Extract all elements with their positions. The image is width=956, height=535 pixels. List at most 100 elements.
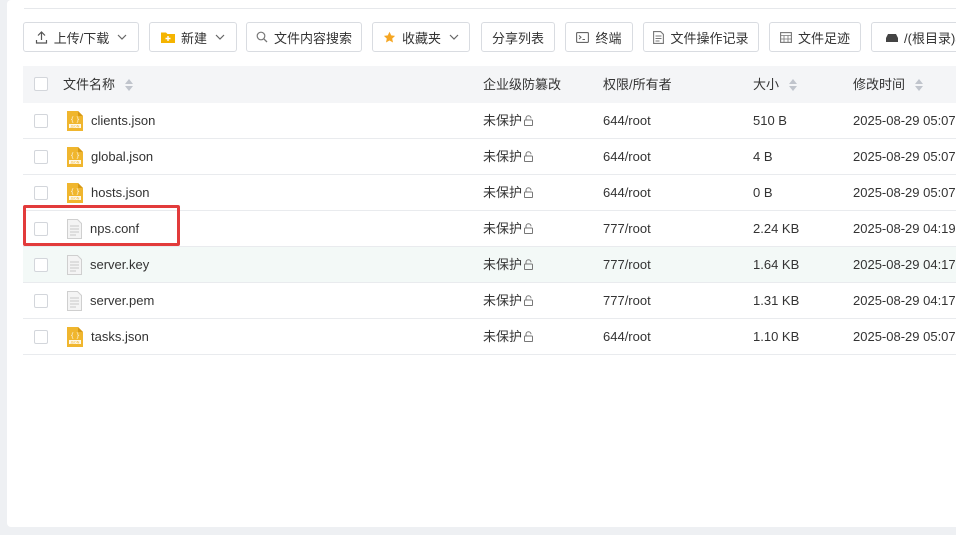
mtime-cell: 2025-08-29 05:07:53	[853, 329, 956, 344]
protect-cell[interactable]: 未保护	[483, 211, 534, 246]
table-row[interactable]: { } JSON hosts.json 未保护 644/root 0 B 2025-08-2…	[23, 175, 956, 211]
document-icon	[653, 30, 665, 44]
terminal-button[interactable]: 终端	[565, 22, 633, 52]
protect-cell[interactable]: 未保护	[483, 283, 534, 318]
text-file-icon	[67, 290, 82, 311]
protect-cell[interactable]: 未保护	[483, 139, 534, 174]
file-name-cell[interactable]: { } JSON global.json	[67, 139, 153, 174]
table-row[interactable]: { } JSON global.json 未保护 644/root 4 B 2025-08-…	[23, 139, 956, 175]
permission-cell[interactable]: 644/root	[603, 139, 651, 174]
size-cell: 510 B	[753, 113, 787, 128]
size-cell: 1.10 KB	[753, 329, 800, 344]
size-cell: 4 B	[753, 149, 773, 164]
file-name[interactable]: hosts.json	[91, 175, 150, 210]
permission-cell[interactable]: 777/root	[603, 211, 651, 246]
column-name[interactable]: 文件名称	[63, 66, 134, 103]
row-checkbox[interactable]	[34, 258, 48, 272]
sort-icon	[125, 78, 134, 91]
protect-status: 未保护	[483, 257, 523, 272]
lock-icon[interactable]	[523, 104, 534, 139]
protect-cell[interactable]: 未保护	[483, 319, 534, 354]
lock-icon[interactable]	[523, 140, 534, 175]
protect-status: 未保护	[483, 113, 523, 128]
column-tamper: 企业级防篡改	[483, 66, 561, 103]
column-size[interactable]: 大小	[753, 66, 798, 103]
column-perm-label: 权限/所有者	[603, 77, 672, 92]
terminal-icon	[576, 31, 590, 43]
file-name[interactable]: clients.json	[91, 103, 155, 138]
upload-download-button[interactable]: 上传/下载	[23, 22, 139, 52]
protect-cell[interactable]: 未保护	[483, 103, 534, 138]
lock-icon[interactable]	[523, 248, 534, 283]
table-row[interactable]: { } JSON tasks.json 未保护 644/root 1.10 KB 2025-…	[23, 319, 956, 355]
mtime-cell: 2025-08-29 04:17:53	[853, 293, 956, 308]
protect-status: 未保护	[483, 329, 523, 344]
chevron-down-icon	[117, 34, 127, 40]
row-checkbox[interactable]	[34, 222, 48, 236]
file-name[interactable]: server.pem	[90, 283, 154, 318]
mtime-cell: 2025-08-29 04:19:53	[853, 221, 956, 236]
lock-icon[interactable]	[523, 320, 534, 355]
upload-download-label: 上传/下载	[53, 30, 110, 46]
svg-text:JSON: JSON	[70, 124, 80, 128]
permission-cell[interactable]: 644/root	[603, 319, 651, 354]
row-checkbox[interactable]	[34, 114, 48, 128]
file-name-cell[interactable]: server.key	[67, 247, 149, 282]
permission-cell[interactable]: 777/root	[603, 247, 651, 282]
file-name-cell[interactable]: { } JSON tasks.json	[67, 319, 149, 354]
select-all-checkbox[interactable]	[34, 77, 48, 91]
protect-status: 未保护	[483, 185, 523, 200]
terminal-label: 终端	[595, 30, 622, 46]
share-list-button[interactable]: 分享列表	[481, 22, 555, 52]
file-name-cell[interactable]: nps.conf	[67, 211, 139, 246]
chevron-down-icon	[449, 34, 459, 40]
footprint-label: 文件足迹	[797, 30, 850, 46]
svg-text:{ }: { }	[70, 332, 80, 339]
table-row[interactable]: server.pem 未保护 777/root 1.31 KB 2025-08-29 0…	[23, 283, 956, 319]
footprint-button[interactable]: 文件足迹	[769, 22, 861, 52]
new-label: 新建	[180, 30, 207, 46]
file-name[interactable]: server.key	[90, 247, 149, 282]
lock-icon[interactable]	[523, 176, 534, 211]
protect-cell[interactable]: 未保护	[483, 247, 534, 282]
row-checkbox[interactable]	[34, 186, 48, 200]
file-name-cell[interactable]: server.pem	[67, 283, 154, 318]
lock-icon[interactable]	[523, 284, 534, 319]
root-dir-button[interactable]: /(根目录)3	[871, 22, 956, 52]
sort-icon	[789, 78, 798, 91]
file-name-cell[interactable]: { } JSON clients.json	[67, 103, 155, 138]
column-tamper-label: 企业级防篡改	[483, 77, 562, 92]
mtime-cell: 2025-08-29 04:17:53	[853, 257, 956, 272]
calendar-icon	[780, 31, 792, 43]
json-file-icon: { } JSON	[67, 326, 83, 347]
column-mtime[interactable]: 修改时间	[853, 66, 924, 103]
lock-icon[interactable]	[523, 212, 534, 247]
column-name-label: 文件名称	[63, 77, 116, 92]
table-row[interactable]: server.key 未保护 777/root 1.64 KB 2025-08-29 0…	[23, 247, 956, 283]
content-search-button[interactable]: 文件内容搜索	[246, 22, 362, 52]
file-name[interactable]: global.json	[91, 139, 153, 174]
favorites-button[interactable]: 收藏夹	[372, 22, 470, 52]
new-button[interactable]: 新建	[149, 22, 237, 52]
file-name[interactable]: nps.conf	[90, 211, 139, 246]
size-cell: 1.31 KB	[753, 293, 800, 308]
svg-text:JSON: JSON	[70, 196, 80, 200]
svg-text:{ }: { }	[70, 152, 80, 159]
star-icon	[383, 31, 396, 44]
row-checkbox[interactable]	[34, 150, 48, 164]
mtime-cell: 2025-08-29 05:07:53	[853, 185, 956, 200]
protect-status: 未保护	[483, 293, 523, 308]
table-row[interactable]: nps.conf 未保护 777/root 2.24 KB 2025-08-29 04:…	[23, 211, 956, 247]
file-name[interactable]: tasks.json	[91, 319, 149, 354]
row-checkbox[interactable]	[34, 330, 48, 344]
permission-cell[interactable]: 777/root	[603, 283, 651, 318]
divider	[24, 8, 956, 9]
file-name-cell[interactable]: { } JSON hosts.json	[67, 175, 150, 210]
permission-cell[interactable]: 644/root	[603, 175, 651, 210]
permission-cell[interactable]: 644/root	[603, 103, 651, 138]
json-file-icon: { } JSON	[67, 146, 83, 167]
table-row[interactable]: { } JSON clients.json 未保护 644/root 510 B 2025-…	[23, 103, 956, 139]
operation-log-button[interactable]: 文件操作记录	[643, 22, 759, 52]
row-checkbox[interactable]	[34, 294, 48, 308]
protect-cell[interactable]: 未保护	[483, 175, 534, 210]
